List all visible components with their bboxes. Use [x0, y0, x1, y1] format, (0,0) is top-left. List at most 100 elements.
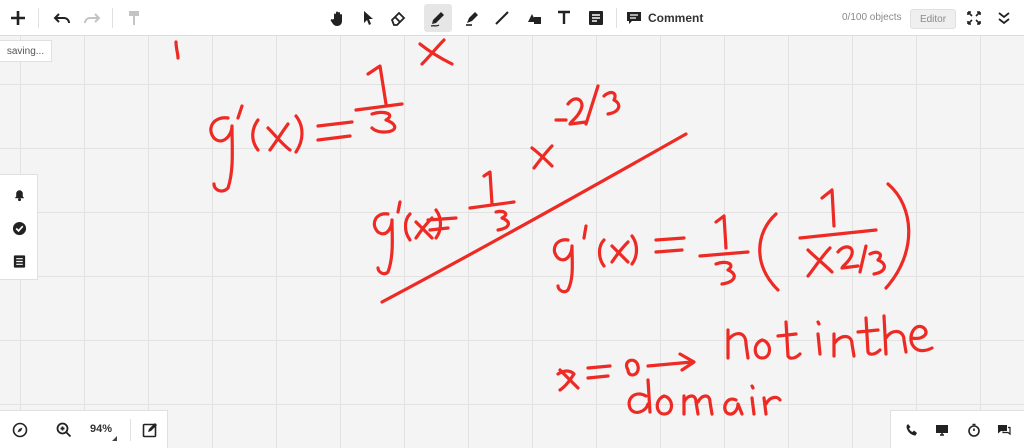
- ink-stroke: [414, 216, 434, 240]
- ink-stroke: [884, 182, 911, 290]
- ink-stroke: [396, 200, 402, 214]
- compass-icon[interactable]: [10, 420, 30, 440]
- ink-stroke: [316, 120, 354, 142]
- ink-stroke: [762, 395, 782, 416]
- ink-stroke: [586, 364, 612, 380]
- ink-stroke: [370, 110, 397, 134]
- zoom-level[interactable]: 94%: [90, 423, 112, 435]
- ink-stroke: [403, 212, 412, 242]
- ink-stroke: [597, 238, 606, 268]
- ink-stroke: [174, 40, 180, 60]
- ink-stroke: [584, 84, 600, 126]
- comment-label: Comment: [648, 11, 704, 25]
- bell-icon[interactable]: [9, 184, 29, 204]
- ink-stroke: [372, 212, 394, 276]
- ink-stroke: [294, 114, 304, 154]
- zoom-in-icon[interactable]: [54, 420, 74, 440]
- ink-stroke: [723, 397, 744, 416]
- hand-icon[interactable]: [326, 6, 350, 30]
- object-count: 0/100 objects: [842, 12, 902, 23]
- ink-stroke: [610, 240, 630, 264]
- ink-stroke: [582, 224, 588, 240]
- ink-stroke: [426, 216, 458, 232]
- shapes-icon[interactable]: [522, 6, 546, 30]
- toolbar-divider: [38, 8, 39, 28]
- ink-stroke: [627, 378, 652, 414]
- ink-stroke: [354, 102, 404, 112]
- ink-stroke: [832, 332, 856, 358]
- ink-stroke: [209, 116, 234, 193]
- ink-stroke: [776, 320, 802, 360]
- ink-stroke: [366, 64, 388, 106]
- ink-stroke: [882, 314, 908, 356]
- ink-stroke: [714, 214, 728, 250]
- redo-icon[interactable]: [80, 6, 104, 30]
- text-icon[interactable]: [552, 6, 576, 30]
- toolbar-divider: [112, 8, 113, 28]
- ink-stroke: [726, 328, 750, 360]
- highlighter-icon[interactable]: [460, 6, 484, 30]
- zoom-dropdown-indicator: [112, 436, 117, 441]
- ink-stroke: [251, 118, 260, 152]
- ink-stroke: [753, 338, 772, 360]
- ink-stroke: [698, 250, 750, 258]
- editor-mode-button[interactable]: Editor: [910, 9, 956, 29]
- comment-icon: [627, 12, 641, 24]
- note-icon[interactable]: [584, 6, 608, 30]
- top-toolbar: Comment 0/100 objects Editor: [0, 0, 1024, 36]
- ink-stroke: [858, 244, 868, 274]
- saving-status: saving...: [0, 40, 52, 62]
- eraser-icon[interactable]: [386, 6, 410, 30]
- ink-stroke: [682, 394, 714, 416]
- format-painter-icon[interactable]: [122, 6, 146, 30]
- ink-stroke: [750, 384, 756, 416]
- ink-stroke: [418, 38, 454, 66]
- list-icon[interactable]: [9, 251, 29, 271]
- ink-stroke: [798, 228, 878, 240]
- select-arrow-icon[interactable]: [356, 6, 380, 30]
- ink-stroke: [646, 352, 696, 372]
- ink-stroke: [494, 209, 510, 232]
- timer-icon[interactable]: [965, 421, 983, 439]
- fullscreen-icon[interactable]: [962, 6, 986, 30]
- pen-icon[interactable]: [424, 4, 452, 32]
- ink-stroke: [856, 316, 882, 356]
- ink-stroke: [836, 245, 860, 270]
- ink-stroke: [625, 358, 640, 377]
- ink-stroke: [602, 90, 621, 116]
- ink-stroke: [380, 132, 688, 304]
- edit-icon[interactable]: [140, 420, 160, 440]
- ink-stroke: [820, 188, 836, 228]
- whiteboard-canvas[interactable]: [0, 0, 1024, 448]
- screen-share-icon[interactable]: [933, 421, 951, 439]
- ink-stroke: [758, 212, 780, 292]
- ink-stroke: [236, 104, 244, 120]
- phone-icon[interactable]: [903, 421, 921, 439]
- toolbar-divider: [616, 8, 617, 28]
- session-controls: [890, 410, 1024, 448]
- add-icon[interactable]: [6, 6, 30, 30]
- undo-icon[interactable]: [50, 6, 74, 30]
- side-panel: [0, 174, 38, 280]
- ink-stroke: [909, 324, 934, 353]
- ink-stroke: [868, 250, 886, 276]
- chat-icon[interactable]: [995, 421, 1013, 439]
- ink-stroke: [816, 320, 822, 356]
- zoom-controls: 94%: [0, 410, 168, 448]
- check-circle-icon[interactable]: [9, 218, 29, 238]
- ink-stroke: [806, 246, 834, 278]
- ink-stroke: [552, 238, 574, 294]
- line-icon[interactable]: [490, 6, 514, 30]
- ink-stroke: [566, 97, 588, 126]
- ink-stroke: [468, 200, 516, 210]
- ink-stroke: [530, 144, 554, 170]
- ink-stroke: [630, 234, 639, 266]
- ink-stroke: [556, 368, 580, 392]
- ink-stroke: [266, 122, 292, 152]
- comment-button[interactable]: Comment: [626, 8, 703, 28]
- ink-stroke: [714, 260, 736, 286]
- ink-stroke: [482, 170, 494, 206]
- ink-stroke: [654, 236, 686, 254]
- collapse-chevron-icon[interactable]: [992, 6, 1016, 30]
- ink-stroke: [655, 394, 674, 416]
